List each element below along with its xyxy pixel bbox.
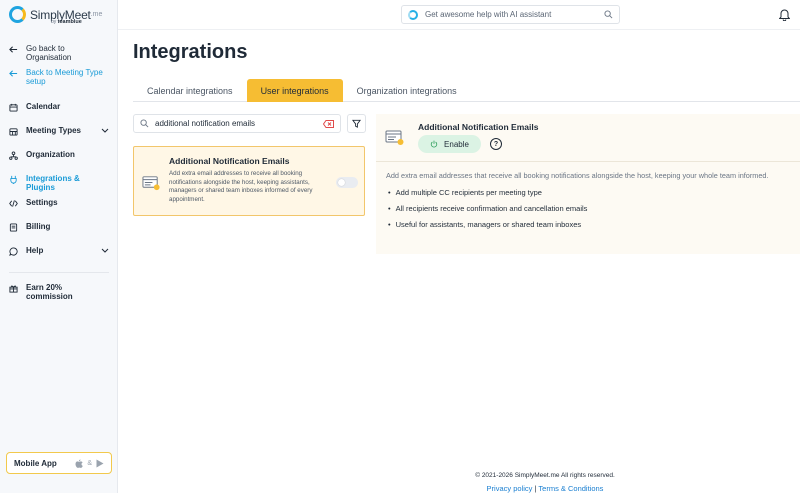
chevron-down-icon[interactable] xyxy=(101,246,109,254)
clear-search-icon[interactable] xyxy=(323,119,334,128)
calendar-grid-icon xyxy=(9,127,18,136)
back-to-meeting-type-label: Back to Meeting Type setup xyxy=(26,68,103,86)
sidebar-item-earn-commission[interactable]: Earn 20% commission xyxy=(0,283,118,307)
card-title: Additional Notification Emails xyxy=(169,156,290,166)
power-icon xyxy=(430,140,438,148)
footer: © 2021-2026 SimplyMeet.me All rights res… xyxy=(470,472,620,493)
back-to-organisation-label: Go back to Organisation xyxy=(26,44,72,62)
search-icon xyxy=(604,10,613,19)
enable-label: Enable xyxy=(444,139,469,149)
apple-icon[interactable] xyxy=(75,459,84,468)
enable-button[interactable]: Enable xyxy=(418,135,481,153)
copyright: © 2021-2026 SimplyMeet.me All rights res… xyxy=(475,472,615,479)
chevron-down-icon[interactable] xyxy=(101,126,109,134)
terms-link[interactable]: Terms & Conditions xyxy=(538,484,603,493)
receipt-icon xyxy=(9,223,18,232)
list-item: • Useful for assistants, managers or shar… xyxy=(388,220,582,229)
sidebar-item-label: Earn 20% commission xyxy=(26,283,73,301)
detail-title: Additional Notification Emails xyxy=(418,122,539,132)
sidebar-nav: Go back to Organisation Back to Meeting … xyxy=(0,44,118,307)
code-icon xyxy=(9,199,18,208)
notification-email-icon xyxy=(142,176,160,191)
detail-divider xyxy=(376,161,800,162)
integration-search-input[interactable]: additional notification emails xyxy=(133,114,341,133)
integration-detail-panel: Additional Notification Emails Enable ? … xyxy=(376,114,800,254)
feature-text: Useful for assistants, managers or share… xyxy=(395,220,582,229)
sidebar-item-label: Help xyxy=(26,246,44,255)
brand-parent: teamblue xyxy=(57,19,82,25)
search-icon xyxy=(140,119,149,128)
integration-toggle[interactable] xyxy=(336,177,358,188)
sidebar-item-label: Billing xyxy=(26,222,51,231)
gift-icon xyxy=(9,284,18,293)
organization-icon xyxy=(9,151,18,160)
sidebar-item-meeting-types[interactable]: Meeting Types xyxy=(0,126,118,150)
brand-byline: by teamblue xyxy=(51,19,82,25)
list-item: • All recipients receive confirmation and… xyxy=(388,204,588,213)
footer-separator: | xyxy=(534,484,537,493)
tab-calendar-integrations[interactable]: Calendar integrations xyxy=(133,79,247,102)
sidebar-item-label: Calendar xyxy=(26,102,61,111)
toggle-knob xyxy=(338,179,345,186)
store-separator: & xyxy=(87,459,92,467)
top-bar: Get awesome help with AI assistant xyxy=(118,0,800,30)
ai-assistant-search[interactable]: Get awesome help with AI assistant xyxy=(401,5,620,24)
help-button[interactable]: ? xyxy=(490,138,502,150)
chat-bubble-icon xyxy=(9,247,18,256)
mobile-app-button[interactable]: Mobile App & xyxy=(6,452,112,474)
back-to-meeting-type-link[interactable]: Back to Meeting Type setup xyxy=(0,68,118,102)
sidebar-item-organization[interactable]: Organization xyxy=(0,150,118,174)
integration-tabs: Calendar integrations User integrations … xyxy=(133,79,800,102)
card-description: Add extra email addresses to receive all… xyxy=(169,170,313,203)
sidebar-item-label: Meeting Types xyxy=(26,126,81,135)
ai-assistant-placeholder: Get awesome help with AI assistant xyxy=(425,10,552,19)
detail-description: Add extra email addresses that receive a… xyxy=(386,171,769,180)
footer-links: Privacy policy | Terms & Conditions xyxy=(470,484,620,493)
brand-by: by xyxy=(51,19,57,25)
brand-suffix: .me xyxy=(90,11,103,18)
privacy-policy-link[interactable]: Privacy policy xyxy=(487,484,533,493)
notification-email-icon xyxy=(385,130,404,145)
bell-icon[interactable] xyxy=(779,9,790,21)
sidebar-item-calendar[interactable]: Calendar xyxy=(0,102,118,126)
logo-icon xyxy=(9,6,26,23)
filter-icon xyxy=(352,119,361,128)
mobile-app-label: Mobile App xyxy=(14,458,57,468)
sidebar-item-label: Settings xyxy=(26,198,58,207)
list-item: • Add multiple CC recipients per meeting … xyxy=(388,188,542,197)
sidebar: SimplyMeet .me by teamblue Go back to Or… xyxy=(0,0,118,493)
sidebar-item-label: Integrations & Plugins xyxy=(26,174,80,192)
sidebar-divider xyxy=(9,272,109,273)
sidebar-item-help[interactable]: Help xyxy=(0,246,118,270)
feature-text: All recipients receive confirmation and … xyxy=(395,204,588,213)
search-value: additional notification emails xyxy=(155,119,256,128)
integration-card[interactable]: Additional Notification Emails Add extra… xyxy=(133,146,365,216)
feature-list: • Add multiple CC recipients per meeting … xyxy=(388,188,587,236)
google-play-icon[interactable] xyxy=(96,459,104,468)
app-stores: & xyxy=(75,459,104,468)
sidebar-item-billing[interactable]: Billing xyxy=(0,222,118,246)
filter-button[interactable] xyxy=(347,114,366,133)
page-title: Integrations xyxy=(133,41,248,63)
tab-organization-integrations[interactable]: Organization integrations xyxy=(343,79,471,102)
sidebar-item-settings[interactable]: Settings xyxy=(0,198,118,222)
sidebar-item-label: Organization xyxy=(26,150,75,159)
plug-icon xyxy=(9,175,18,184)
arrow-left-icon xyxy=(9,69,18,78)
ai-assistant-icon xyxy=(408,9,418,20)
feature-text: Add multiple CC recipients per meeting t… xyxy=(395,188,542,197)
tab-user-integrations[interactable]: User integrations xyxy=(246,79,343,102)
sidebar-item-integrations[interactable]: Integrations & Plugins xyxy=(0,174,118,198)
calendar-icon xyxy=(9,103,18,112)
back-to-organisation-link[interactable]: Go back to Organisation xyxy=(0,44,118,68)
arrow-left-icon xyxy=(9,45,18,54)
